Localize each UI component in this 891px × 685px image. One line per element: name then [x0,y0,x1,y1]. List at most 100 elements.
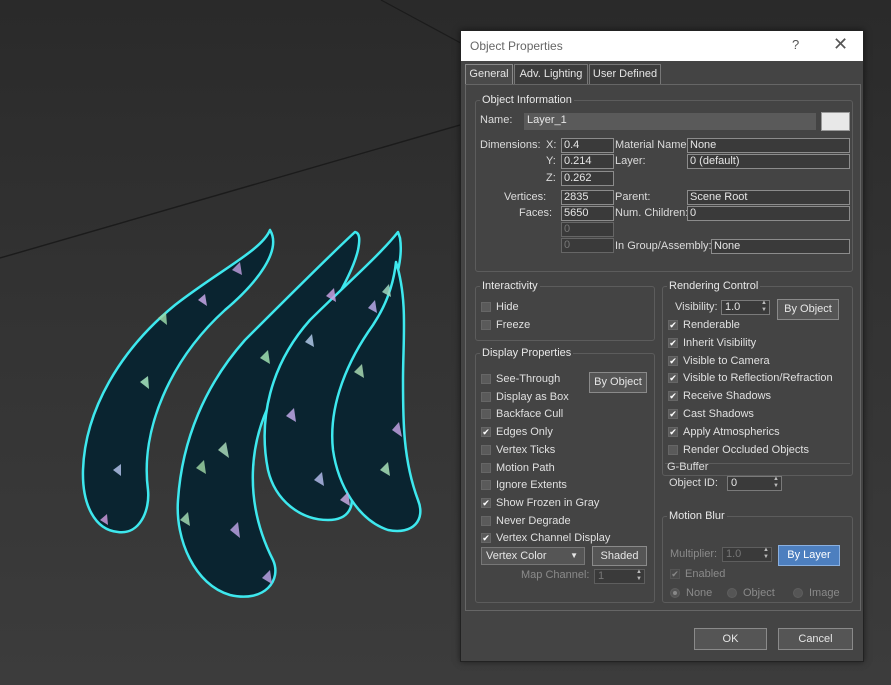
material-name-label: Material Name: [615,139,690,151]
visibility-label: Visibility: [675,301,718,313]
layer-field: 0 (default) [687,154,850,169]
map-channel-value: 1 [598,570,605,582]
never-degrade-checkbox-box [481,515,491,526]
backface-cull-label: Backface Cull [496,408,564,421]
layer-label: Layer: [615,155,646,167]
visible-to-reflection-refraction-label: Visible to Reflection/Refraction [683,372,833,385]
in-group-field: None [711,239,850,254]
multiplier-spinner[interactable]: 1.0 ▲ ▼ [722,547,772,562]
dimension-y-field: 0.214 [561,154,614,169]
visible-to-camera-label: Visible to Camera [683,354,770,367]
apply-atmospherics-label: Apply Atmospherics [683,425,780,438]
rendering-control-group: Rendering Control Visibility: 1.0 ▲ ▼ By … [662,280,853,476]
freeze-label: Freeze [496,319,531,331]
name-input[interactable]: Layer_1 [524,113,816,130]
interactivity-group: Interactivity Hide Freeze [475,280,655,341]
display-as-box-checkbox-box [481,391,491,402]
vertex-channel-display-label: Vertex Channel Display [496,532,611,545]
receive-shadows-checkbox-box: ✔ [668,391,678,402]
display-as-box-label: Display as Box [496,390,569,403]
faces-field: 5650 [561,206,614,221]
multiplier-value: 1.0 [726,548,742,560]
render-by-object-button[interactable]: By Object [777,299,839,320]
parent-field: Scene Root [687,190,850,205]
apply-atmospherics-checkbox-box: ✔ [668,426,678,437]
rendering-control-title: Rendering Control [667,280,761,292]
extra-field-1: 0 [561,222,614,237]
radio-none-label: None [686,587,713,599]
radio-image-label: Image [809,587,840,599]
motion-blur-group: Motion Blur Multiplier: 1.0 ▲ ▼ By Layer … [662,510,853,603]
ignore-extents-label: Ignore Extents [496,479,567,492]
display-properties-group: Display Properties By Object See-Through… [475,347,655,603]
vertex-channel-display-checkbox-box: ✔ [481,533,491,544]
dimension-x-field: 0.4 [561,138,614,153]
see-through-checkbox-box [481,374,491,384]
dimensions-label: Dimensions: [480,139,541,151]
object-information-title: Object Information [480,94,574,106]
in-group-label: In Group/Assembly: [615,240,712,252]
map-channel-label: Map Channel: [521,569,590,581]
ok-button[interactable]: OK [694,628,767,650]
backface-cull-checkbox-box [481,409,491,420]
vertices-field: 2835 [561,190,614,205]
enabled-checkbox-box: ✔ [670,569,680,579]
title-bar[interactable]: Object Properties ? ✕ [461,31,863,61]
display-by-object-button[interactable]: By Object [589,372,647,393]
vertices-label: Vertices: [504,191,547,203]
inherit-visibility-checkbox-box: ✔ [668,337,678,348]
freeze-checkbox-box [481,320,491,330]
num-children-field: 0 [687,206,850,221]
close-icon[interactable]: ✕ [833,34,848,55]
shaded-button[interactable]: Shaded [592,546,647,566]
spinner-arrows-icon[interactable]: ▲ ▼ [636,569,642,583]
map-channel-spinner[interactable]: 1 ▲ ▼ [594,569,645,584]
help-icon[interactable]: ? [792,37,799,52]
spinner-arrows-icon[interactable]: ▲ ▼ [763,547,769,561]
receive-shadows-label: Receive Shadows [683,390,772,403]
radio-object-dot [727,588,737,598]
gbuffer-title: G-Buffer [667,461,709,473]
object-id-label: Object ID: [669,477,718,489]
edges-only-checkbox-box: ✔ [481,427,491,438]
spinner-arrows-icon[interactable]: ▲ ▼ [761,300,767,314]
object-information-group: Object Information Name: Layer_1 Dimensi… [475,94,853,272]
display-properties-title: Display Properties [480,347,574,359]
motion-path-checkbox-box [481,462,491,473]
visibility-spinner[interactable]: 1.0 ▲ ▼ [721,300,770,315]
by-layer-button[interactable]: By Layer [778,545,840,566]
tab-user-defined[interactable]: User Defined [589,64,661,84]
inherit-visibility-label: Inherit Visibility [683,336,757,349]
vertex-ticks-checkbox-box [481,444,491,455]
show-frozen-in-gray-checkbox-box: ✔ [481,497,491,508]
wire-color-swatch[interactable] [821,112,850,131]
ignore-extents-checkbox-box [481,480,491,491]
vertex-color-dropdown[interactable]: Vertex Color ▼ [481,547,585,565]
motion-path-label: Motion Path [496,461,555,474]
faces-label: Faces: [519,207,553,219]
radio-none-dot [670,588,680,598]
radio-object-label: Object [743,587,775,599]
object-id-spinner[interactable]: 0 ▲ ▼ [727,476,782,491]
tab-general[interactable]: General [465,64,513,85]
x-label: X: [546,139,557,151]
material-name-field: None [687,138,850,153]
cancel-button[interactable]: Cancel [778,628,853,650]
parent-label: Parent: [615,191,651,203]
motion-blur-title: Motion Blur [667,510,727,522]
hide-label: Hide [496,301,519,313]
visible-to-camera-checkbox-box: ✔ [668,355,678,366]
z-label: Z: [546,172,556,184]
edges-only-label: Edges Only [496,426,553,439]
tab-adv-lighting[interactable]: Adv. Lighting [514,64,588,84]
visibility-value: 1.0 [725,301,741,313]
see-through-label: See-Through [496,373,561,385]
vertex-ticks-label: Vertex Ticks [496,443,556,456]
spinner-arrows-icon[interactable]: ▲ ▼ [773,476,779,490]
object-properties-dialog: Object Properties ? ✕ General Adv. Light… [460,30,864,662]
renderable-label: Renderable [683,319,740,331]
general-tab-pane: Object Information Name: Layer_1 Dimensi… [465,84,861,611]
extra-field-2: 0 [561,238,614,253]
renderable-checkbox-box: ✔ [668,320,678,330]
chevron-down-icon: ▼ [570,551,578,560]
